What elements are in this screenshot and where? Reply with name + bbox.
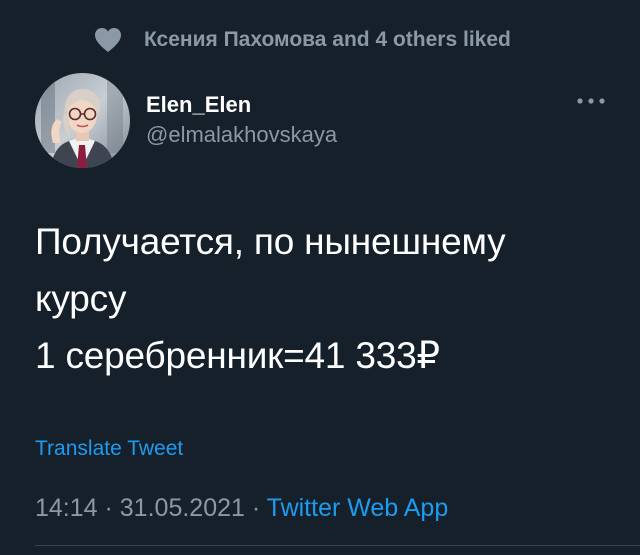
avatar[interactable] — [35, 73, 130, 168]
tweet-source-link[interactable]: Twitter Web App — [267, 494, 449, 522]
tweet-time[interactable]: 14:14 — [35, 494, 98, 522]
tweet-text: Получается, по нынешнему курсу 1 серебре… — [35, 213, 615, 384]
meta-separator: · — [97, 494, 120, 522]
author-handle[interactable]: @elmalakhovskaya — [146, 120, 337, 150]
author-block[interactable]: Elen_Elen @elmalakhovskaya — [146, 90, 337, 150]
author-display-name[interactable]: Elen_Elen — [146, 90, 337, 120]
divider — [35, 545, 640, 546]
tweet-text-line: Получается, по нынешнему — [35, 221, 506, 262]
tweet-text-line: курсу — [35, 278, 127, 319]
liked-by-text: Ксения Пахомова and 4 others liked — [144, 28, 511, 51]
more-icon[interactable] — [576, 93, 606, 109]
heart-icon — [94, 26, 124, 54]
tweet-date[interactable]: 31.05.2021 — [120, 494, 245, 522]
translate-tweet-link[interactable]: Translate Tweet — [35, 434, 183, 464]
tweet-meta: 14:14 · 31.05.2021 · Twitter Web App — [35, 490, 448, 526]
tweet-text-line: 1 серебренник=41 333₽ — [35, 335, 440, 376]
social-context[interactable]: Ксения Пахомова and 4 others liked — [94, 24, 511, 56]
meta-separator: · — [244, 494, 267, 522]
